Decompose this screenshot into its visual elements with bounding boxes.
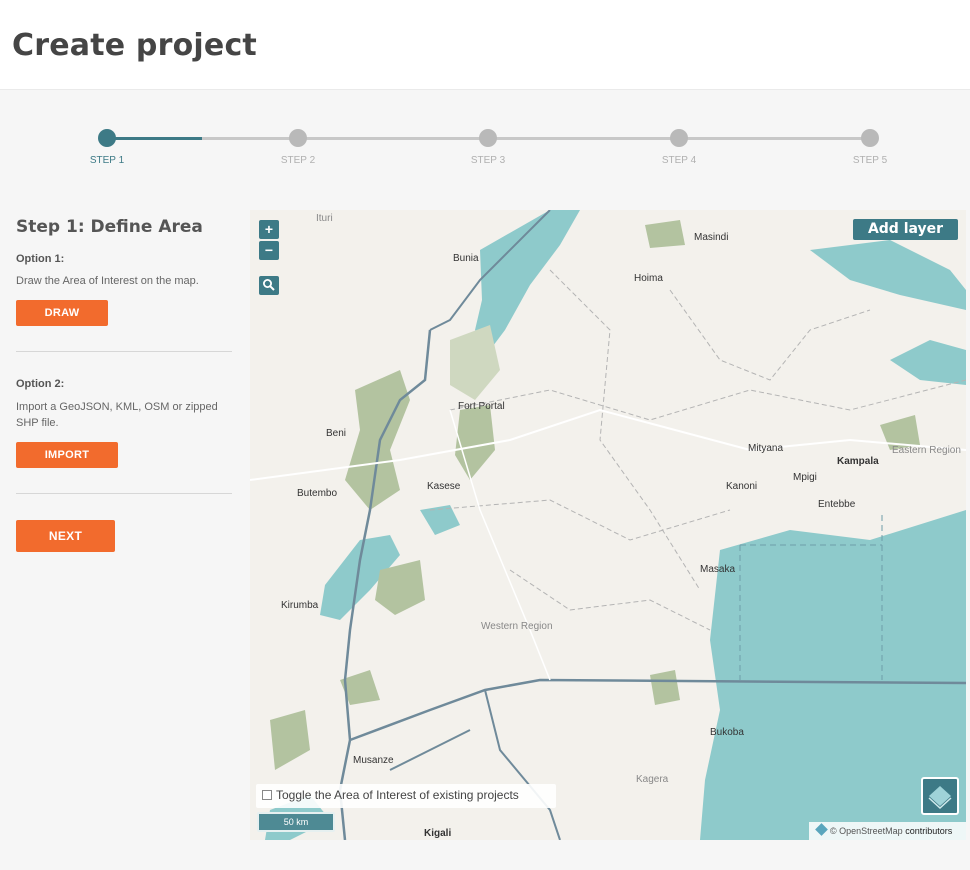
progress-stepper: STEP 1 STEP 2 STEP 3 STEP 4 STEP 5	[0, 120, 970, 180]
option-2-text: Import a GeoJSON, KML, OSM or zipped SHP…	[16, 401, 218, 429]
next-button[interactable]: NEXT	[16, 520, 115, 552]
divider	[16, 493, 232, 494]
stepper-track-done	[107, 137, 202, 140]
layers-icon	[928, 786, 952, 810]
option-1-text: Draw the Area of Interest on the map.	[16, 275, 199, 287]
draw-button[interactable]: DRAW	[16, 300, 108, 326]
option-2-title: Option 2:	[16, 378, 65, 390]
map-scale: 50 km	[257, 812, 335, 832]
step-4-dot[interactable]	[670, 129, 688, 147]
map-base-layer	[250, 210, 966, 840]
step-5-dot[interactable]	[861, 129, 879, 147]
map-label: Masaka	[700, 564, 736, 575]
step-heading: Step 1: Define Area	[16, 217, 203, 237]
map-label: Hoima	[634, 273, 663, 284]
divider	[16, 351, 232, 352]
map-label: Butembo	[297, 488, 338, 499]
zoom-out-button[interactable]: −	[259, 241, 279, 260]
option-1-title: Option 1:	[16, 253, 65, 265]
page-header: Create project	[0, 0, 970, 90]
add-layer-button[interactable]: Add layer	[853, 219, 958, 240]
map-logo-icon	[815, 823, 828, 836]
attribution-link[interactable]: contributors	[905, 826, 952, 836]
map-canvas[interactable]: + − Add layer Ituri Bunia Masindi Hoima …	[250, 210, 966, 840]
step-1-label[interactable]: STEP 1	[77, 155, 137, 166]
map-attribution: © OpenStreetMap contributors	[809, 822, 966, 840]
map-label: Kampala	[837, 456, 879, 467]
map-label: Kanoni	[726, 481, 758, 492]
map-label: Kagera	[636, 774, 669, 785]
zoom-in-button[interactable]: +	[259, 220, 279, 239]
step-1-dot[interactable]	[98, 129, 116, 147]
map-label: Western Region	[481, 621, 553, 632]
step-3-label[interactable]: STEP 3	[458, 155, 518, 166]
attribution-text: © OpenStreetMap	[830, 826, 903, 836]
map-label: Bunia	[453, 253, 479, 264]
map-label: Masindi	[694, 232, 729, 243]
page-title: Create project	[12, 28, 257, 63]
step-2-label[interactable]: STEP 2	[268, 155, 328, 166]
toggle-label: Toggle the Area of Interest of existing …	[276, 788, 519, 802]
step-4-label[interactable]: STEP 4	[649, 155, 709, 166]
map-label: Musanze	[353, 755, 394, 766]
step-5-label[interactable]: STEP 5	[840, 155, 900, 166]
map-label: Beni	[326, 428, 347, 439]
step-3-dot[interactable]	[479, 129, 497, 147]
toggle-existing-projects[interactable]: Toggle the Area of Interest of existing …	[256, 784, 556, 808]
map-label: Bukoba	[710, 727, 744, 738]
map-label: Mpigi	[793, 472, 817, 483]
import-button[interactable]: IMPORT	[16, 442, 118, 468]
map-label: Kigali	[424, 828, 452, 839]
magnifier-icon[interactable]	[259, 276, 279, 295]
step-2-dot[interactable]	[289, 129, 307, 147]
map-label: Kasese	[427, 481, 461, 492]
toggle-checkbox[interactable]	[262, 790, 272, 800]
layers-button[interactable]	[921, 777, 959, 815]
map-label: Mityana	[748, 443, 784, 454]
map-label: Entebbe	[818, 499, 856, 510]
map-label: Eastern Region	[892, 445, 961, 456]
map-label: Ituri	[316, 213, 333, 224]
map-label: Fort Portal	[458, 401, 505, 412]
define-area-panel: Step 1: Define Area Option 1: Draw the A…	[16, 210, 232, 570]
map-label: Kirumba	[281, 600, 319, 611]
